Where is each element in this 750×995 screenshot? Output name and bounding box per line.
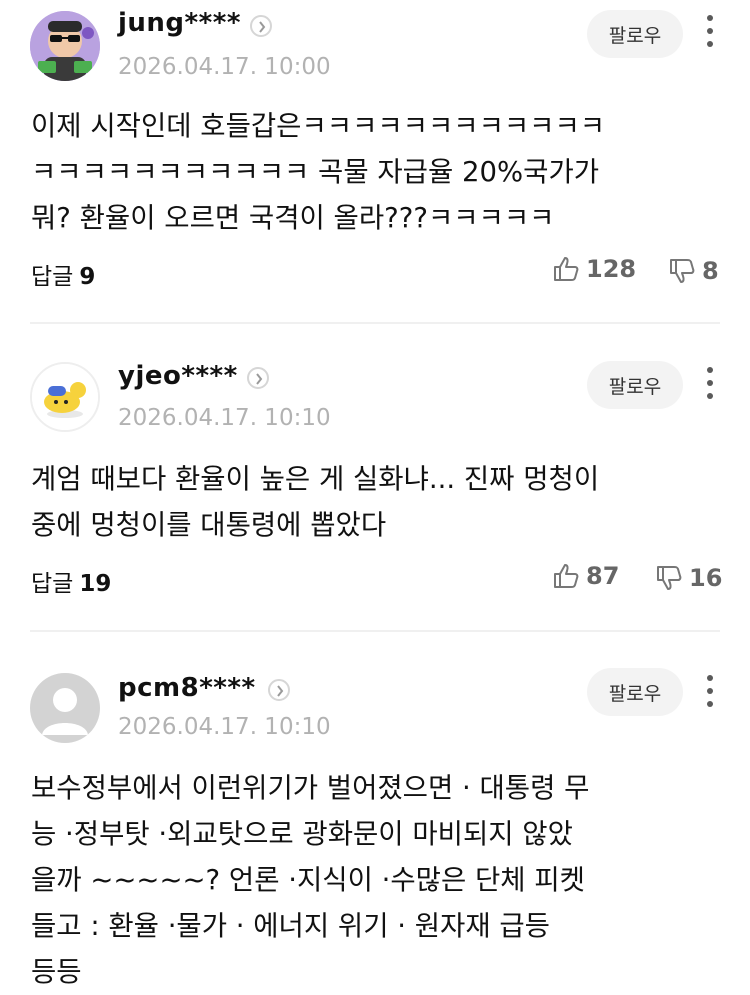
comment-item: yjeo**** 2026.04.17. 10:10 팔로우 계엄 때보다 환율… bbox=[0, 324, 750, 632]
avatar[interactable] bbox=[30, 362, 100, 432]
avatar-image bbox=[32, 364, 98, 430]
username[interactable]: pcm8**** bbox=[118, 673, 256, 703]
comment-line: 능 ·정부탓 ·외교탓으로 광화문이 마비되지 않았 bbox=[31, 818, 573, 850]
thumbs-up-icon bbox=[554, 257, 579, 281]
chevron-right-icon[interactable] bbox=[247, 367, 269, 389]
comment-line: 계엄 때보다 환율이 높은 게 실화냐... 진짜 멍청이 bbox=[31, 463, 600, 495]
comment-body: 이제 시작인데 호들갑은ㅋㅋㅋㅋㅋㅋㅋㅋㅋㅋㅋㅋ ㅋㅋㅋㅋㅋㅋㅋㅋㅋㅋㅋ 곡물 … bbox=[31, 103, 711, 241]
dislike-button[interactable]: 8 bbox=[668, 257, 719, 285]
comment-line: 중에 멍청이를 대통령에 뽑았다 bbox=[31, 509, 387, 541]
reply-count: 19 bbox=[79, 571, 112, 597]
like-count: 87 bbox=[586, 562, 620, 590]
thumbs-down-icon bbox=[670, 259, 695, 283]
like-button[interactable]: 87 bbox=[552, 562, 619, 590]
follow-button[interactable]: 팔로우 bbox=[587, 361, 683, 409]
comment-line: ㅋㅋㅋㅋㅋㅋㅋㅋㅋㅋㅋ 곡물 자급율 20%국가가 bbox=[31, 156, 600, 188]
reply-label: 답글 bbox=[31, 571, 74, 597]
comment-line: 들고 : 환율 ·물가 · 에너지 위기 · 원자재 급등 bbox=[31, 910, 550, 942]
comment-line: 을까 ~~~~~? 언론 ·지식이 ·수많은 단체 피켓 bbox=[31, 864, 585, 896]
dislike-count: 8 bbox=[702, 257, 719, 285]
thumbs-down-icon bbox=[657, 566, 682, 590]
chevron-right-icon[interactable] bbox=[268, 679, 290, 701]
reply-button[interactable]: 답글 9 bbox=[31, 257, 95, 291]
reply-label: 답글 bbox=[31, 264, 74, 290]
dislike-count: 16 bbox=[689, 564, 723, 592]
like-count: 128 bbox=[586, 255, 637, 283]
like-button[interactable]: 128 bbox=[552, 255, 636, 283]
avatar[interactable] bbox=[30, 11, 100, 81]
comment-item: pcm8**** 2026.04.17. 10:10 팔로우 보수정부에서 이런… bbox=[0, 632, 750, 990]
default-user-icon bbox=[30, 673, 100, 743]
avatar-image bbox=[30, 11, 100, 81]
username[interactable]: yjeo**** bbox=[118, 361, 238, 391]
reply-count: 9 bbox=[79, 264, 96, 290]
more-options-icon[interactable] bbox=[700, 675, 720, 709]
dislike-button[interactable]: 16 bbox=[655, 564, 722, 592]
comment-line: 뭐? 환율이 오르면 국격이 올라???ㅋㅋㅋㅋㅋ bbox=[31, 202, 555, 234]
comment-item: jung**** 2026.04.17. 10:00 팔로우 이제 시작인데 호… bbox=[0, 0, 750, 324]
username[interactable]: jung**** bbox=[118, 8, 241, 38]
follow-button[interactable]: 팔로우 bbox=[587, 10, 683, 58]
comment-date: 2026.04.17. 10:00 bbox=[118, 54, 331, 80]
comment-line: 보수정부에서 이런위기가 벌어졌으면 · 대통령 무 bbox=[31, 772, 590, 804]
avatar[interactable] bbox=[30, 673, 100, 743]
comment-line: 이제 시작인데 호들갑은ㅋㅋㅋㅋㅋㅋㅋㅋㅋㅋㅋㅋ bbox=[31, 110, 606, 142]
chevron-right-icon[interactable] bbox=[250, 15, 272, 37]
reply-button[interactable]: 답글 19 bbox=[31, 564, 111, 598]
thumbs-up-icon bbox=[554, 564, 579, 588]
comment-body: 계엄 때보다 환율이 높은 게 실화냐... 진짜 멍청이 중에 멍청이를 대통… bbox=[31, 456, 711, 548]
more-options-icon[interactable] bbox=[700, 367, 720, 401]
follow-button[interactable]: 팔로우 bbox=[587, 668, 683, 716]
comment-date: 2026.04.17. 10:10 bbox=[118, 405, 331, 431]
comment-date: 2026.04.17. 10:10 bbox=[118, 714, 331, 740]
comment-line: 등등 bbox=[31, 956, 82, 988]
more-options-icon[interactable] bbox=[700, 15, 720, 49]
comment-body: 보수정부에서 이런위기가 벌어졌으면 · 대통령 무 능 ·정부탓 ·외교탓으로… bbox=[31, 765, 711, 995]
